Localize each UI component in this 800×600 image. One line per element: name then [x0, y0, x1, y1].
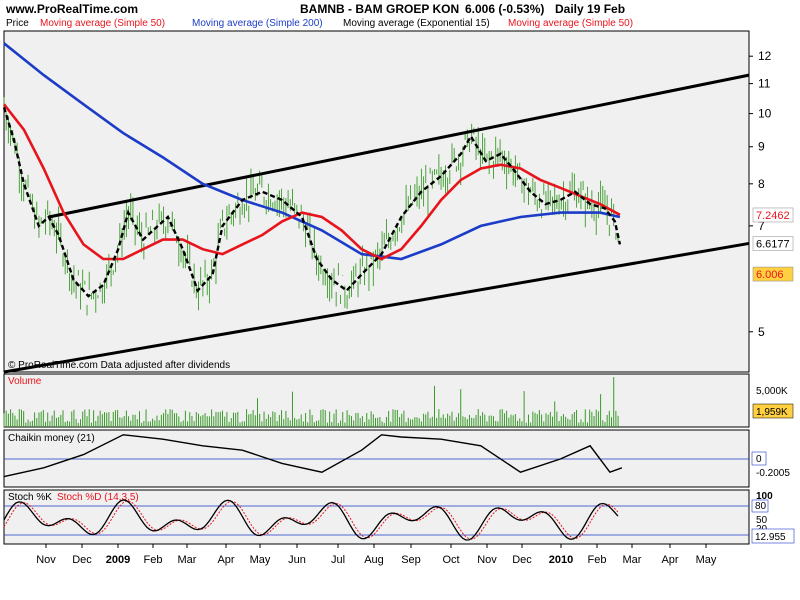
- price-badges: 7.2462 6.6177 6.006: [752, 207, 794, 282]
- price-panel: [3, 30, 750, 373]
- volume-tick: 5,000K: [756, 386, 788, 397]
- x-tick-label: 2009: [106, 554, 130, 566]
- x-tick-label: Oct: [442, 554, 459, 566]
- x-tick-label: Nov: [36, 554, 56, 566]
- chart-window: www.ProRealTime.com BAMNB - BAM GROEP KO…: [0, 0, 800, 600]
- x-tick-label: Sep: [401, 554, 421, 566]
- stoch-tick-80: 80: [755, 501, 767, 512]
- copyright-note: © ProRealTime.com Data adjusted after di…: [8, 360, 230, 371]
- x-tick-label: Jun: [288, 554, 306, 566]
- x-tick-label: Feb: [588, 554, 607, 566]
- price-tick-label: 8: [758, 177, 765, 191]
- x-tick-label: Aug: [364, 554, 384, 566]
- price-tick-label: 11: [758, 77, 771, 91]
- stoch-k-title: Stoch %K: [8, 492, 52, 503]
- x-tick-label: Mar: [178, 554, 197, 566]
- price-badge: 6.006: [756, 269, 784, 281]
- x-tick-label: Mar: [623, 554, 642, 566]
- x-axis: Nov Dec 2009 Feb Mar Apr May Jun Jul Aug Sep Oct Nov…: [36, 544, 717, 566]
- volume-badge: 1,959K: [756, 407, 788, 418]
- stoch-badge: 12.955: [755, 532, 786, 543]
- x-tick-label: 2010: [549, 554, 573, 566]
- chart-svg: 5789101112 7.24626.61776.006 © ProRealTi…: [2, 30, 795, 566]
- x-tick-label: Jul: [331, 554, 345, 566]
- x-tick-label: Apr: [217, 554, 234, 566]
- price-tick-label: 10: [758, 107, 772, 121]
- volume-title: Volume: [8, 376, 42, 387]
- x-tick-label: Apr: [661, 554, 678, 566]
- x-tick-label: Feb: [144, 554, 163, 566]
- x-tick-label: May: [696, 554, 717, 566]
- price-tick-label: 5: [758, 325, 765, 339]
- price-tick-label: 9: [758, 140, 765, 154]
- price-badge: 6.6177: [756, 239, 790, 251]
- chaikin-zero-tick: 0: [756, 454, 762, 465]
- chaikin-badge: -0.2005: [756, 468, 790, 479]
- price-axis: 5789101112: [749, 49, 772, 339]
- x-tick-label: Dec: [72, 554, 92, 566]
- x-tick-label: May: [250, 554, 271, 566]
- x-tick-label: Dec: [512, 554, 532, 566]
- price-tick-label: 12: [758, 49, 772, 63]
- price-badge: 7.2462: [756, 210, 790, 222]
- x-tick-label: Nov: [477, 554, 497, 566]
- chaikin-title: Chaikin money (21): [8, 433, 95, 444]
